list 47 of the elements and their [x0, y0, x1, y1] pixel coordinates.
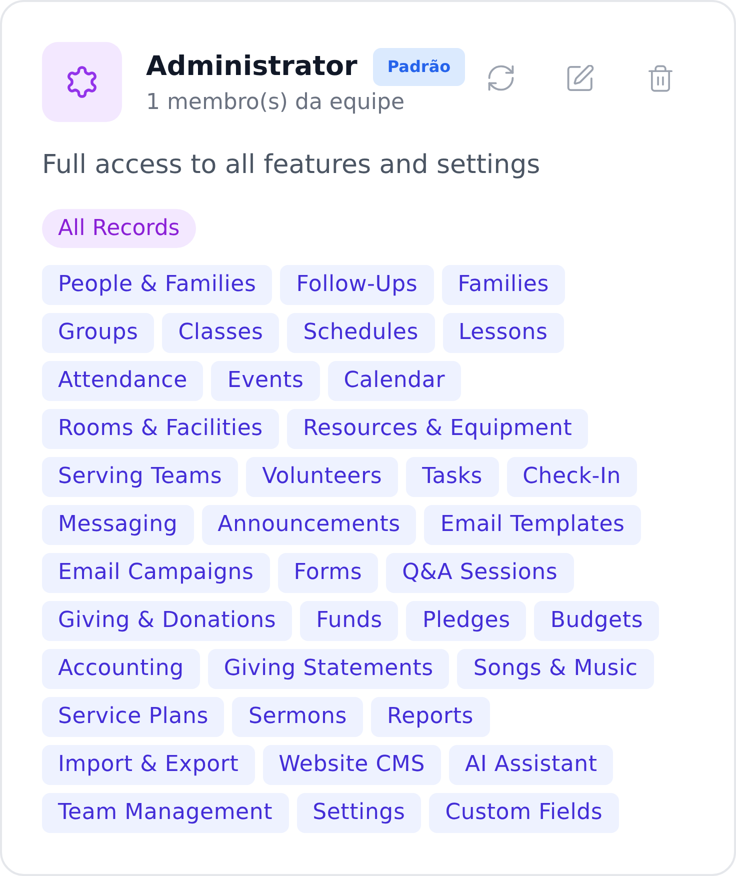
permission-tag: Funds — [300, 601, 398, 641]
permission-tag: Settings — [296, 793, 422, 833]
trash-icon — [648, 64, 674, 92]
access-scope-badge: All Records — [42, 209, 196, 248]
permission-tag: Reports — [371, 697, 490, 737]
permission-tag: Schedules — [287, 313, 434, 353]
role-title: Administrator — [146, 50, 358, 84]
permission-tag: Team Management — [42, 793, 289, 833]
permission-tag: Service Plans — [42, 697, 224, 737]
role-description: Full access to all features and settings — [42, 149, 542, 182]
permission-tag: Sermons — [232, 697, 364, 737]
permission-tag: Import & Export — [42, 745, 255, 785]
permission-tag: Pledges — [406, 601, 526, 641]
default-badge: Padrão — [373, 48, 465, 86]
permission-tag: Email Templates — [424, 505, 641, 545]
permission-tag: Giving Statements — [208, 649, 450, 689]
permission-tag: Custom Fields — [429, 793, 619, 833]
permission-tag: Groups — [42, 313, 154, 353]
permission-tag: Lessons — [442, 313, 564, 353]
permission-tag: Serving Teams — [42, 457, 238, 497]
permission-tag: Calendar — [328, 361, 462, 401]
permission-tag: Messaging — [42, 505, 194, 545]
permission-tag: Giving & Donations — [42, 601, 292, 641]
permission-tag: Classes — [162, 313, 280, 353]
permission-tag: Volunteers — [246, 457, 398, 497]
permission-tag: Families — [442, 265, 565, 305]
permission-tag: Budgets — [534, 601, 660, 641]
refresh-icon — [488, 65, 514, 91]
permission-tag: Attendance — [42, 361, 204, 401]
permission-tag: Rooms & Facilities — [42, 409, 279, 449]
permission-tag: Resources & Equipment — [286, 409, 588, 449]
permission-tag: Announcements — [202, 505, 416, 545]
permission-tag: Tasks — [406, 457, 499, 497]
gear-icon — [42, 42, 122, 122]
permission-tag: Songs & Music — [457, 649, 654, 689]
permission-tag: Q&A Sessions — [386, 553, 574, 593]
permission-tag: Email Campaigns — [42, 553, 270, 593]
permission-tag: Website CMS — [262, 745, 441, 785]
permission-tag: Accounting — [42, 649, 200, 689]
permission-tag: AI Assistant — [448, 745, 614, 785]
pencil-square-icon — [567, 64, 594, 92]
member-count: 1 membro(s) da equipe — [146, 89, 406, 117]
permission-tag: Events — [211, 361, 320, 401]
permission-tag: Forms — [278, 553, 378, 593]
permission-tag: People & Families — [42, 265, 272, 305]
permission-tag: Follow-Ups — [280, 265, 434, 305]
permission-tag: Check-In — [506, 457, 638, 497]
